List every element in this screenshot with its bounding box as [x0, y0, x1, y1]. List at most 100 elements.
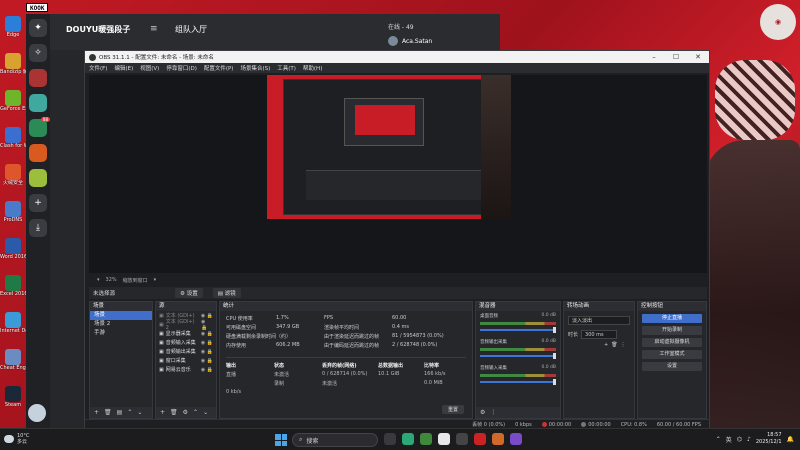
source-properties-icon[interactable]: ⚙	[183, 409, 188, 416]
visibility-lock-icon[interactable]: ◉ 🔒	[201, 319, 216, 331]
menu-item[interactable]: 视图(V)	[140, 64, 159, 72]
volume-slider[interactable]	[480, 379, 556, 385]
taskbar-app-icon-4[interactable]	[492, 433, 504, 445]
room-name[interactable]: 组队入厅	[175, 24, 207, 35]
move-up-icon[interactable]: ⌃	[193, 409, 198, 416]
preview-canvas[interactable]	[267, 75, 511, 219]
desktop-icon[interactable]: Internet Download	[0, 310, 26, 345]
zoom-level[interactable]: 32%	[106, 277, 117, 283]
duration-input[interactable]: 300 ms	[581, 330, 618, 339]
more-icon[interactable]: ⋮	[490, 409, 496, 416]
taskbar-app-icon-1[interactable]	[402, 433, 414, 445]
start-recording-button[interactable]: 开始录制	[642, 326, 702, 335]
scene-item[interactable]: 场景 2	[90, 320, 152, 329]
desktop-icon[interactable]: ProDNS	[0, 199, 26, 234]
volume-slider[interactable]	[480, 327, 556, 333]
taskbar-search[interactable]: ⌕ 搜索	[292, 433, 378, 447]
minimize-icon[interactable]: –	[643, 51, 665, 63]
weather-widget[interactable]: 10°C 多云	[4, 433, 29, 445]
add-scene-icon[interactable]: +	[94, 409, 99, 416]
volume-icon[interactable]: ♪	[747, 436, 751, 443]
menu-item[interactable]: 帮助(H)	[303, 64, 322, 72]
scene-item[interactable]: 手游	[90, 329, 152, 338]
source-item[interactable]: ▣ 音频输入采集 ◉ 🔒	[156, 338, 216, 347]
menu-item[interactable]: 编辑(E)	[114, 64, 133, 72]
desktop-icon[interactable]: Word 2016	[0, 236, 26, 271]
task-view-icon[interactable]	[384, 433, 396, 445]
reset-stats-button[interactable]: 重置	[441, 405, 464, 414]
desktop-icon[interactable]: Excel 2016	[0, 273, 26, 308]
volume-slider[interactable]	[480, 353, 556, 359]
obs-taskbar-icon[interactable]	[456, 433, 468, 445]
visibility-lock-icon[interactable]: ◉ 🔒	[201, 367, 216, 373]
remove-transition-icon[interactable]: 🗑	[611, 342, 617, 348]
maximize-icon[interactable]: ☐	[665, 51, 687, 63]
preview-area[interactable]	[89, 75, 707, 273]
taskbar-app-icon-5[interactable]	[510, 433, 522, 445]
stop-streaming-button[interactable]: 停止直播	[642, 314, 702, 323]
obs-titlebar[interactable]: OBS 31.1.1 - 配置文件: 未命名 - 场景: 未命名 – ☐ ✕	[85, 51, 709, 63]
desktop-icon[interactable]: Steam	[0, 384, 26, 419]
move-down-icon[interactable]: ⌄	[137, 409, 142, 416]
transition-select[interactable]: 淡入淡出	[568, 316, 630, 325]
visibility-lock-icon[interactable]: ◉ 🔒	[201, 349, 216, 355]
source-filters-button[interactable]: ▤ 滤镜	[212, 288, 241, 298]
taskbar-app-icon-2[interactable]	[420, 433, 432, 445]
desktop-icon[interactable]: Edge	[0, 14, 26, 49]
server-icon-1[interactable]	[29, 69, 47, 87]
desktop-icon[interactable]: Cheat Engine	[0, 347, 26, 382]
network-icon[interactable]: ⌬	[737, 436, 742, 443]
menu-item[interactable]: 文件(F)	[89, 64, 107, 72]
discord-style-home-icon[interactable]: ✦	[29, 19, 47, 37]
add-source-icon[interactable]: +	[160, 409, 165, 416]
netease-music-icon[interactable]	[474, 433, 486, 445]
member-row[interactable]: Aca.Satan	[388, 36, 432, 46]
source-item[interactable]: ▣ 网易云音乐 ◉ 🔒	[156, 365, 216, 374]
move-up-icon[interactable]: ⌃	[127, 409, 132, 416]
menu-item[interactable]: 场景集合(S)	[240, 64, 270, 72]
mixer-settings-icon[interactable]: ⚙	[480, 409, 485, 416]
menu-item[interactable]: 配置文件(P)	[204, 64, 234, 72]
add-server-icon[interactable]: +	[29, 194, 47, 212]
windows-start-icon[interactable]	[275, 434, 287, 446]
scene-filter-icon[interactable]: ▤	[117, 409, 123, 416]
studio-mode-button[interactable]: 工作室模式	[642, 350, 702, 359]
menu-item[interactable]: 工具(T)	[277, 64, 296, 72]
server-icon-5[interactable]	[29, 169, 47, 187]
desktop-icon[interactable]: Bandizip 解压缩	[0, 51, 26, 86]
desktop-icon[interactable]: Clash for Windows	[0, 125, 26, 160]
server-icon-3[interactable]: 88	[29, 117, 50, 137]
more-icon[interactable]: ⋮	[621, 342, 626, 348]
source-item[interactable]: ▣ 文本 (GDI+) 2 ◉ 🔒	[156, 319, 216, 332]
chevron-down-icon[interactable]: ▾	[154, 277, 157, 283]
remove-scene-icon[interactable]: 🗑	[104, 409, 112, 416]
add-transition-icon[interactable]: +	[604, 342, 608, 348]
taskbar-app-icon-3[interactable]	[438, 433, 450, 445]
close-icon[interactable]: ✕	[687, 51, 709, 63]
source-item[interactable]: ▣ 显示器采集 ◉ 🔒	[156, 329, 216, 338]
desktop-icon[interactable]: 火绒安全	[0, 162, 26, 197]
visibility-lock-icon[interactable]: ◉ 🔒	[201, 331, 216, 337]
desktop-icon[interactable]: GeForce Experience	[0, 88, 26, 123]
menu-item[interactable]: 停靠窗口(D)	[166, 64, 197, 72]
user-avatar[interactable]	[28, 404, 46, 422]
move-down-icon[interactable]: ⌄	[203, 409, 208, 416]
visibility-lock-icon[interactable]: ◉ 🔒	[201, 358, 216, 364]
clock[interactable]: 18:57 2025/12/1	[756, 432, 782, 446]
scene-item[interactable]: 场景	[90, 311, 152, 320]
visibility-lock-icon[interactable]: ◉ 🔒	[201, 340, 216, 346]
notification-icon[interactable]: 🔔	[787, 436, 794, 443]
zoom-dropdown-icon[interactable]: ▾	[97, 277, 100, 283]
source-settings-button[interactable]: ⚙ 设置	[175, 288, 203, 298]
remove-source-icon[interactable]: 🗑	[170, 409, 178, 416]
download-icon[interactable]: ⤓	[29, 219, 47, 237]
server-icon-4[interactable]	[29, 144, 47, 162]
settings-button[interactable]: 设置	[642, 362, 702, 371]
language-indicator[interactable]: 英	[726, 435, 732, 444]
server-icon-2[interactable]	[29, 94, 47, 112]
source-item[interactable]: ▣ 窗口采集 ◉ 🔒	[156, 356, 216, 365]
start-virtual-camera-button[interactable]: 启动虚拟摄像机	[642, 338, 702, 347]
source-item[interactable]: ▣ 音频输出采集 ◉ 🔒	[156, 347, 216, 356]
chevron-up-icon[interactable]: ⌃	[716, 436, 721, 443]
zoom-mode[interactable]: 缩放到窗口	[123, 277, 148, 284]
